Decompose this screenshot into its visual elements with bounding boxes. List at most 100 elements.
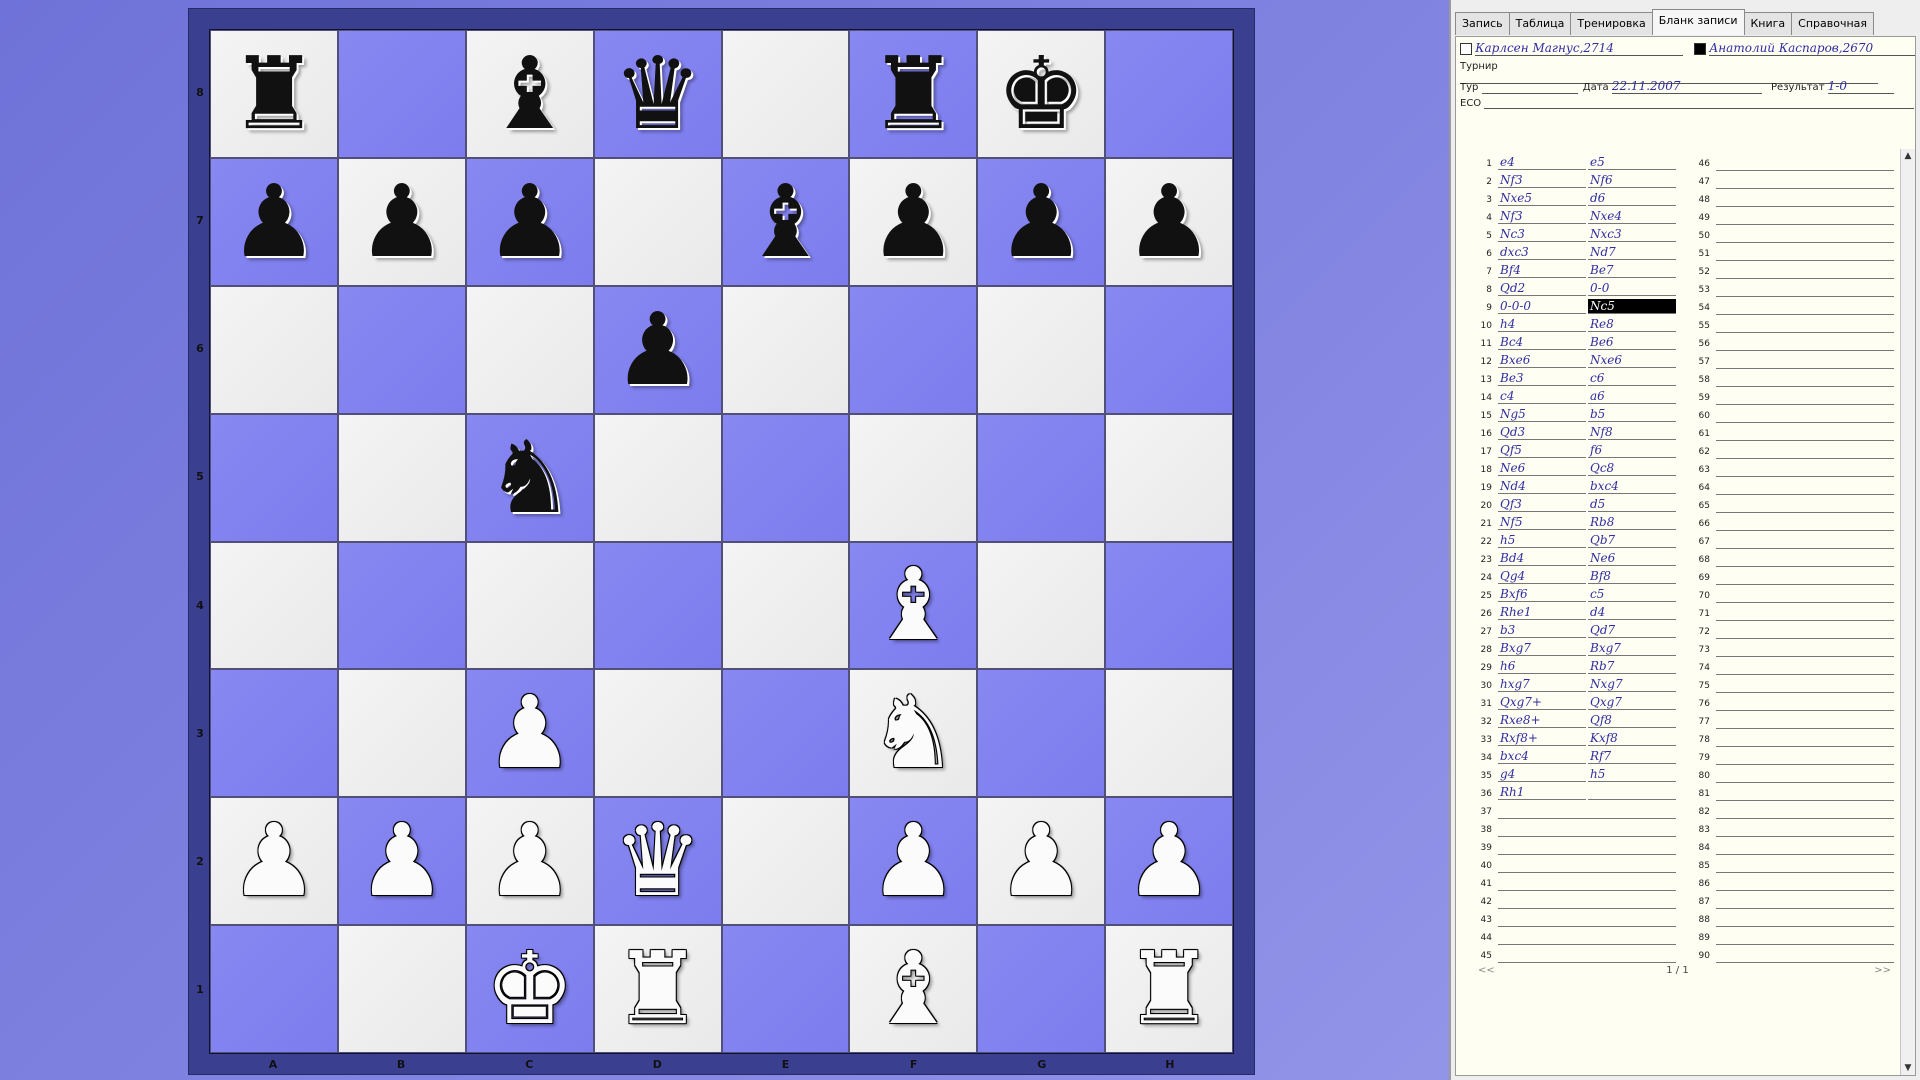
square-g3[interactable] bbox=[977, 669, 1106, 798]
empty-move-line[interactable] bbox=[1716, 875, 1894, 891]
square-g2[interactable]: ♟ bbox=[977, 797, 1106, 926]
empty-move-line[interactable] bbox=[1716, 659, 1894, 675]
square-f7[interactable]: ♟ bbox=[849, 157, 978, 286]
white-bishop-icon[interactable]: ♝ bbox=[850, 543, 976, 669]
empty-move-line[interactable] bbox=[1498, 839, 1676, 855]
white-rook-icon[interactable]: ♜ bbox=[1106, 926, 1232, 1052]
empty-move-line[interactable] bbox=[1716, 695, 1894, 711]
square-d8[interactable]: ♛ bbox=[593, 30, 722, 158]
square-h2[interactable]: ♟ bbox=[1105, 797, 1233, 926]
white-move[interactable]: h4 bbox=[1498, 317, 1586, 332]
empty-move-line[interactable] bbox=[1716, 407, 1894, 423]
white-move[interactable]: Rhe1 bbox=[1498, 605, 1586, 620]
white-move[interactable]: Bxe6 bbox=[1498, 353, 1586, 368]
tab-reference[interactable]: Справочная bbox=[1791, 12, 1875, 35]
white-move[interactable]: Nc3 bbox=[1498, 227, 1586, 242]
white-move[interactable]: c4 bbox=[1498, 389, 1586, 404]
black-pawn-icon[interactable]: ♟ bbox=[850, 159, 976, 285]
empty-move-line[interactable] bbox=[1716, 839, 1894, 855]
white-pawn-icon[interactable]: ♟ bbox=[1106, 798, 1232, 924]
empty-move-line[interactable] bbox=[1716, 623, 1894, 639]
square-f6[interactable] bbox=[849, 285, 978, 414]
tab-score-sheet[interactable]: Бланк записи bbox=[1651, 9, 1745, 35]
square-e6[interactable] bbox=[721, 285, 850, 414]
square-h6[interactable] bbox=[1105, 285, 1233, 414]
white-bishop-icon[interactable]: ♝ bbox=[850, 926, 976, 1052]
scroll-up-icon[interactable]: ▲ bbox=[1901, 149, 1915, 163]
date-field[interactable]: 22.11.2007 bbox=[1611, 79, 1762, 94]
empty-move-line[interactable] bbox=[1498, 803, 1676, 819]
black-move[interactable]: Rb7 bbox=[1588, 659, 1676, 674]
black-pawn-icon[interactable]: ♟ bbox=[467, 159, 593, 285]
black-move[interactable]: 0-0 bbox=[1588, 281, 1676, 296]
empty-move-line[interactable] bbox=[1716, 263, 1894, 279]
black-move[interactable]: Re8 bbox=[1588, 317, 1676, 332]
square-g4[interactable] bbox=[977, 541, 1106, 670]
empty-move-line[interactable] bbox=[1716, 371, 1894, 387]
result-field[interactable]: 1-0 bbox=[1827, 79, 1894, 94]
white-move[interactable]: g4 bbox=[1498, 767, 1586, 782]
black-move[interactable]: d5 bbox=[1588, 497, 1676, 512]
empty-move-line[interactable] bbox=[1716, 425, 1894, 441]
square-h3[interactable] bbox=[1105, 669, 1233, 798]
square-a8[interactable]: ♜ bbox=[210, 30, 338, 158]
black-move[interactable]: Qc8 bbox=[1588, 461, 1676, 476]
empty-move-line[interactable] bbox=[1716, 641, 1894, 657]
black-pawn-icon[interactable]: ♟ bbox=[595, 287, 721, 413]
empty-move-line[interactable] bbox=[1498, 911, 1676, 927]
white-player-name[interactable]: Карлсен Магнус,2714 bbox=[1475, 41, 1684, 56]
square-b6[interactable] bbox=[337, 285, 466, 414]
empty-move-line[interactable] bbox=[1716, 443, 1894, 459]
empty-move-line[interactable] bbox=[1716, 803, 1894, 819]
square-b5[interactable] bbox=[337, 413, 466, 542]
empty-move-line[interactable] bbox=[1716, 191, 1894, 207]
black-move[interactable]: d6 bbox=[1588, 191, 1676, 206]
white-move[interactable]: Rxe8+ bbox=[1498, 713, 1586, 728]
black-move[interactable]: b5 bbox=[1588, 407, 1676, 422]
empty-move-line[interactable] bbox=[1716, 515, 1894, 531]
black-move[interactable]: Nd7 bbox=[1588, 245, 1676, 260]
square-f2[interactable]: ♟ bbox=[849, 797, 978, 926]
black-move[interactable]: e5 bbox=[1588, 155, 1676, 170]
white-move[interactable]: Bxg7 bbox=[1498, 641, 1586, 656]
square-h1[interactable]: ♜ bbox=[1105, 925, 1233, 1053]
square-b7[interactable]: ♟ bbox=[337, 157, 466, 286]
black-move[interactable]: a6 bbox=[1588, 389, 1676, 404]
empty-move-line[interactable] bbox=[1716, 911, 1894, 927]
square-b2[interactable]: ♟ bbox=[337, 797, 466, 926]
white-move[interactable]: Bf4 bbox=[1498, 263, 1586, 278]
black-move[interactable]: Rf7 bbox=[1588, 749, 1676, 764]
square-a7[interactable]: ♟ bbox=[210, 157, 338, 286]
square-h8[interactable] bbox=[1105, 30, 1233, 158]
empty-move-line[interactable] bbox=[1716, 299, 1894, 315]
white-move[interactable]: Qxg7+ bbox=[1498, 695, 1586, 710]
square-d7[interactable] bbox=[593, 157, 722, 286]
square-f8[interactable]: ♜ bbox=[849, 30, 978, 158]
black-pawn-icon[interactable]: ♟ bbox=[1106, 159, 1232, 285]
black-move[interactable]: Qd7 bbox=[1588, 623, 1676, 638]
white-pawn-icon[interactable]: ♟ bbox=[211, 798, 337, 924]
white-move[interactable]: Ne6 bbox=[1498, 461, 1586, 476]
empty-move-line[interactable] bbox=[1498, 893, 1676, 909]
black-rook-icon[interactable]: ♜ bbox=[850, 31, 976, 157]
black-move[interactable]: Qb7 bbox=[1588, 533, 1676, 548]
black-move[interactable]: Nf6 bbox=[1588, 173, 1676, 188]
black-move[interactable] bbox=[1588, 785, 1676, 800]
white-move[interactable]: Nf3 bbox=[1498, 209, 1586, 224]
white-move[interactable]: h6 bbox=[1498, 659, 1586, 674]
square-f4[interactable]: ♝ bbox=[849, 541, 978, 670]
square-a5[interactable] bbox=[210, 413, 338, 542]
empty-move-line[interactable] bbox=[1498, 821, 1676, 837]
black-move[interactable]: Bf8 bbox=[1588, 569, 1676, 584]
white-move[interactable]: 0-0-0 bbox=[1498, 299, 1586, 314]
black-pawn-icon[interactable]: ♟ bbox=[211, 159, 337, 285]
tab-book[interactable]: Книга bbox=[1743, 12, 1793, 35]
empty-move-line[interactable] bbox=[1716, 551, 1894, 567]
round-field[interactable] bbox=[1481, 82, 1578, 94]
square-g8[interactable]: ♚ bbox=[977, 30, 1106, 158]
empty-move-line[interactable] bbox=[1716, 677, 1894, 693]
black-move[interactable]: c6 bbox=[1588, 371, 1676, 386]
black-move[interactable]: Ne6 bbox=[1588, 551, 1676, 566]
square-c3[interactable]: ♟ bbox=[465, 669, 594, 798]
empty-move-line[interactable] bbox=[1716, 227, 1894, 243]
